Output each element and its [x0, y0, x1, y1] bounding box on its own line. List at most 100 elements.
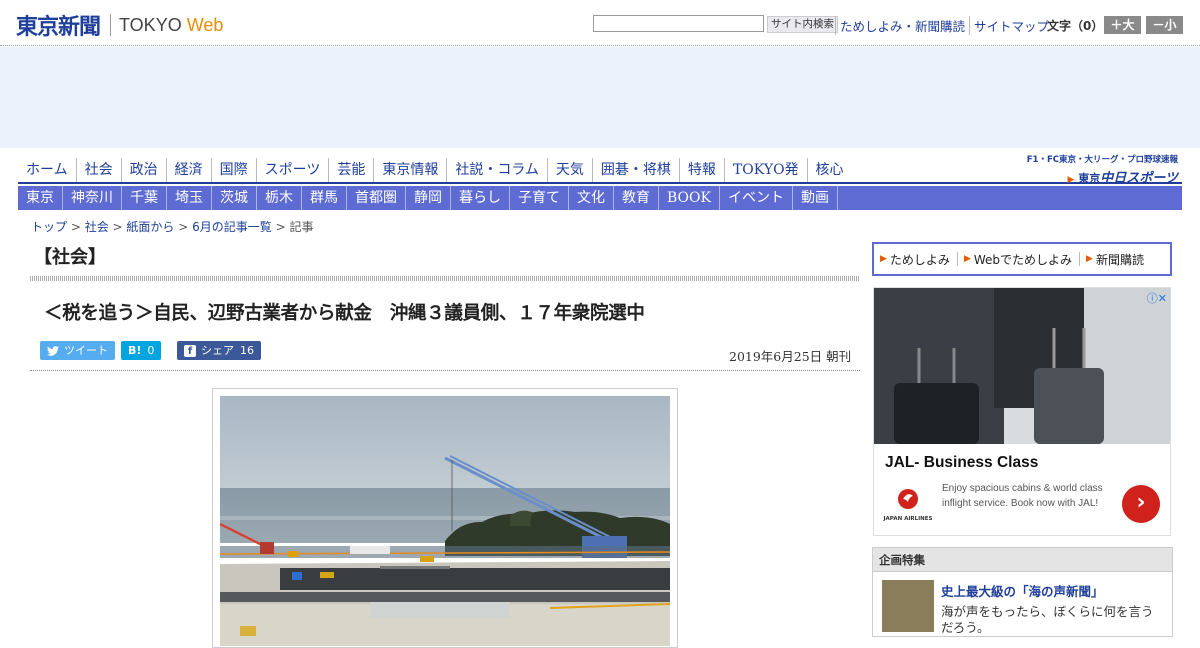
play-icon: ▶	[1067, 175, 1075, 185]
nav-editorial[interactable]: 社説・コラム	[446, 158, 547, 182]
nav2-gunma[interactable]: 群馬	[302, 186, 347, 210]
sidebar-link-sep	[1079, 252, 1081, 266]
feature-box: 企画特集 史上最大級の「海の声新聞」 海が声をもったら、ぼくらに何を言うだろう。	[872, 547, 1173, 637]
article-headline: ＜税を追う＞自民、辺野古業者から献金 沖縄３議員側、１７年衆院選中	[44, 303, 645, 324]
sidebar-link-trial[interactable]: ▶ ためしよみ	[880, 251, 957, 268]
nav-politics[interactable]: 政治	[120, 158, 166, 182]
feature-title[interactable]: 史上最大級の「海の声新聞」	[941, 581, 1104, 600]
search-input[interactable]	[593, 15, 764, 32]
nav-go-shogi[interactable]: 囲碁・将棋	[591, 158, 679, 182]
nav-society[interactable]: 社会	[75, 158, 121, 182]
jal-crane-icon	[898, 489, 918, 509]
nav2-video[interactable]: 動画	[793, 186, 838, 210]
breadcrumb-paper[interactable]: 紙面から	[126, 220, 174, 234]
section-divider	[30, 276, 860, 281]
sidebar-ad-jal[interactable]: ⓘ✕ JAL- Business Class JAPAN AIRLINES En…	[873, 287, 1171, 536]
nav2-shizuoka[interactable]: 静岡	[406, 186, 451, 210]
hatena-bookmark-button[interactable]: B! 0	[121, 341, 162, 360]
top-ad-banner[interactable]	[0, 47, 1200, 148]
ad-title: JAL- Business Class	[885, 454, 1039, 471]
sports-brand-name: 中日スポーツ	[1100, 171, 1178, 186]
logo-divider	[110, 14, 112, 36]
triangle-right-icon: ▶	[880, 254, 887, 264]
sidebar-link-trial-label: ためしよみ	[889, 252, 950, 267]
triangle-right-icon: ▶	[963, 254, 971, 264]
nav-tokyo-info[interactable]: 東京情報	[373, 158, 446, 182]
nav2-living[interactable]: 暮らし	[451, 186, 510, 210]
breadcrumb: トップ > 社会 > 紙面から > 6月の記事一覧 > 記事	[31, 218, 313, 235]
feature-heading: 企画特集	[873, 548, 1172, 572]
nav2-ibaraki[interactable]: 茨城	[212, 186, 257, 210]
nav-special-report[interactable]: 特報	[678, 158, 724, 182]
hatena-count: 0	[147, 344, 155, 357]
tweet-button[interactable]: ツイート	[40, 341, 115, 360]
font-larger-button[interactable]: ＋大	[1104, 16, 1141, 34]
facebook-icon: f	[184, 344, 196, 357]
article-divider	[30, 370, 860, 371]
share-count: 16	[240, 344, 254, 357]
breadcrumb-june-list[interactable]: 6月の記事一覧	[192, 220, 272, 234]
hatena-label: B!	[128, 344, 142, 357]
nav2-kanagawa[interactable]: 神奈川	[63, 186, 122, 210]
nav2-culture[interactable]: 文化	[569, 186, 614, 210]
nav2-tokyo[interactable]: 東京	[18, 186, 63, 210]
sports-tagline: F1・FC東京・大リーグ・プロ野球速報	[1026, 155, 1178, 165]
nav2-book[interactable]: BOOK	[659, 186, 720, 210]
font-smaller-button[interactable]: －小	[1146, 16, 1183, 34]
logo-en-tokyo: TOKYO	[119, 14, 182, 35]
ad-body: Enjoy spacious cabins & world class infl…	[942, 483, 1103, 509]
font-size-label: 文字（0）	[1047, 19, 1104, 33]
triangle-right-icon: ▶	[1086, 254, 1093, 264]
nav-tokyo-hatsu[interactable]: TOKYO発	[723, 158, 807, 182]
subscription-links: ▶ ためしよみ ▶ Webでためしよみ ▶ 新聞購読	[872, 242, 1172, 276]
nav-home[interactable]: ホーム	[18, 158, 76, 182]
search-button[interactable]: サイト内検索	[767, 16, 838, 33]
link-trial-subscribe[interactable]: ためしよみ・新聞購読	[835, 16, 969, 35]
nav2-events[interactable]: イベント	[720, 186, 793, 210]
nav-core[interactable]: 核心	[806, 158, 852, 182]
breadcrumb-sep: >	[108, 220, 127, 234]
logo-jp: 東京新聞	[16, 14, 101, 40]
breadcrumb-current: 記事	[289, 220, 314, 234]
nav2-chiba[interactable]: 千葉	[122, 186, 167, 210]
chunichi-sports-link[interactable]: F1・FC東京・大リーグ・プロ野球速報 ▶ 東京中日スポーツ	[1026, 153, 1178, 186]
sports-brand: ▶ 東京中日スポーツ	[1026, 167, 1178, 186]
nav2-shutoken[interactable]: 首都圏	[347, 186, 406, 210]
breadcrumb-sep: >	[67, 220, 85, 234]
feature-subtitle: 海が声をもったら、ぼくらに何を言うだろう。	[941, 604, 1154, 635]
article-photo[interactable]	[220, 396, 670, 646]
ad-cta-button[interactable]: ›	[1122, 485, 1160, 523]
secondary-nav: 東京 神奈川 千葉 埼玉 茨城 栃木 群馬 首都圏 静岡 暮らし 子育て 文化 …	[18, 186, 1182, 210]
tweet-label: ツイート	[64, 344, 108, 357]
nav-weather[interactable]: 天気	[546, 158, 592, 182]
nav2-education[interactable]: 教育	[614, 186, 659, 210]
feature-thumbnail[interactable]	[882, 580, 934, 632]
twitter-bird-icon	[47, 345, 59, 356]
ad-brand: JAPAN AIRLINES	[883, 516, 933, 522]
nav-economy[interactable]: 経済	[165, 158, 211, 182]
site-logo[interactable]: 東京新聞 TOKYO Web	[16, 9, 223, 41]
link-sitemap[interactable]: サイトマップ	[969, 16, 1053, 35]
sports-brand-prefix: 東京	[1078, 172, 1101, 185]
breadcrumb-society[interactable]: 社会	[85, 220, 109, 234]
nav-international[interactable]: 国際	[210, 158, 256, 182]
nav2-saitama[interactable]: 埼玉	[167, 186, 212, 210]
nav-sports[interactable]: スポーツ	[255, 158, 329, 182]
breadcrumb-top[interactable]: トップ	[31, 220, 67, 234]
section-title: 【社会】	[34, 247, 106, 268]
sidebar-link-subscribe[interactable]: ▶ 新聞購読	[1086, 251, 1151, 268]
nav2-tochigi[interactable]: 栃木	[257, 186, 302, 210]
ad-choices-icon[interactable]: ⓘ✕	[1147, 290, 1167, 306]
nav2-parenting[interactable]: 子育て	[510, 186, 569, 210]
sidebar-link-subscribe-label: 新聞購読	[1095, 252, 1144, 267]
article-photo-frame	[212, 388, 678, 648]
jal-logo: JAPAN AIRLINES	[883, 488, 933, 522]
nav-entertainment[interactable]: 芸能	[328, 158, 373, 182]
ad-photo-luggage	[874, 288, 1170, 444]
sidebar-link-web-trial-label: Webでためしよみ	[973, 252, 1073, 267]
breadcrumb-sep: >	[271, 220, 290, 234]
sidebar-link-web-trial[interactable]: ▶ Webでためしよみ	[964, 251, 1079, 268]
top-bar: 東京新聞 TOKYO Web サイト内検索 ためしよみ・新聞購読 サイトマップ …	[0, 0, 1200, 46]
top-links: ためしよみ・新聞購読 サイトマップ	[835, 16, 1053, 35]
facebook-share-button[interactable]: f シェア 16	[177, 341, 261, 360]
